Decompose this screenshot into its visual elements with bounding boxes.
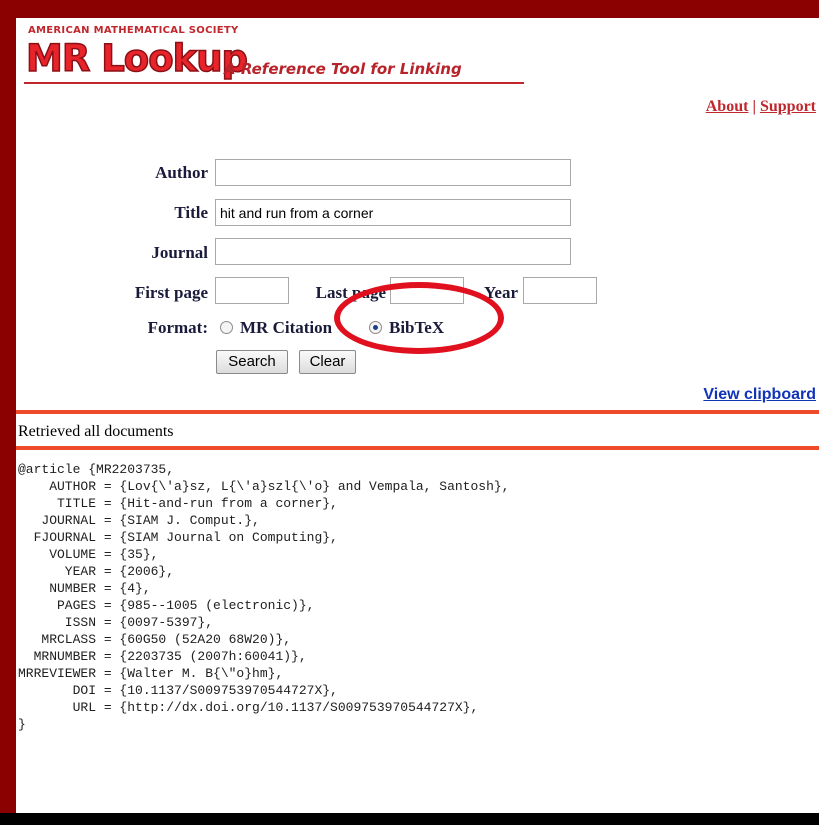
- app-tagline: A Reference Tool for Linking: [224, 60, 462, 78]
- logo-underline: [24, 82, 524, 84]
- author-label: Author: [155, 163, 208, 182]
- journal-label: Journal: [151, 243, 208, 262]
- page-content: AMERICAN MATHEMATICAL SOCIETY MR Lookup …: [16, 18, 819, 813]
- app-logo[interactable]: MR Lookup: [25, 35, 249, 83]
- bibtex-radio[interactable]: [369, 321, 382, 334]
- top-divider: [16, 410, 819, 414]
- support-link[interactable]: Support: [760, 98, 816, 115]
- first-page-input[interactable]: [215, 277, 289, 304]
- journal-input[interactable]: [215, 238, 571, 265]
- year-label: Year: [484, 283, 518, 302]
- search-button[interactable]: Search: [216, 350, 288, 374]
- bibtex-label[interactable]: BibTeX: [389, 318, 444, 338]
- last-page-label: Last page: [315, 283, 386, 302]
- view-clipboard-link[interactable]: View clipboard: [703, 386, 816, 404]
- clear-button[interactable]: Clear: [299, 350, 356, 374]
- about-link[interactable]: About: [706, 98, 749, 115]
- first-page-label: First page: [134, 283, 208, 302]
- title-label: Title: [174, 203, 208, 222]
- last-page-input[interactable]: [390, 277, 464, 304]
- mr-citation-label[interactable]: MR Citation: [240, 318, 332, 338]
- bibtex-result: @article {MR2203735, AUTHOR = {Lov{\'a}s…: [18, 462, 510, 732]
- bottom-divider: [16, 446, 819, 450]
- bottom-border: [0, 813, 819, 825]
- format-label: Format:: [147, 318, 208, 337]
- year-input[interactable]: [523, 277, 597, 304]
- mr-citation-radio[interactable]: [220, 321, 233, 334]
- top-links: About | Support: [706, 98, 816, 116]
- author-input[interactable]: [215, 159, 571, 186]
- title-input[interactable]: [215, 199, 571, 226]
- link-separator: |: [752, 98, 756, 115]
- status-message: Retrieved all documents: [18, 423, 174, 440]
